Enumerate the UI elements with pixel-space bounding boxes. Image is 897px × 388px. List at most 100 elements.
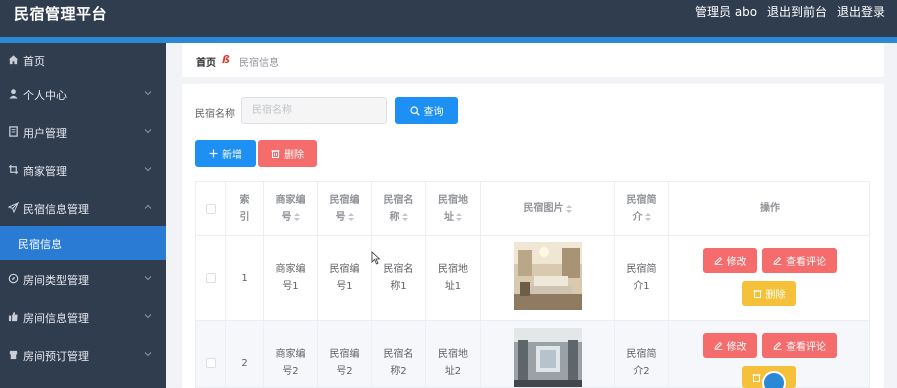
sort-icon <box>293 212 300 221</box>
table-header-address[interactable]: 民宿地址 <box>426 182 481 236</box>
sort-icon <box>644 212 651 221</box>
table-header-label: 操作 <box>760 203 780 214</box>
table-header-label: 民宿编号 <box>329 194 360 223</box>
home-icon <box>8 55 19 65</box>
chevron-down-icon <box>144 352 152 357</box>
table-cell-address: 民宿地址1 <box>426 236 481 321</box>
sidebar-item-label: 民宿信息 <box>18 238 62 251</box>
add-button-label: 新增 <box>222 150 242 161</box>
edit-button-label: 修改 <box>726 257 747 268</box>
logout-link[interactable]: 退出登录 <box>837 3 885 20</box>
trash-icon <box>271 150 280 158</box>
sort-icon <box>347 212 354 221</box>
sidebar-item-label: 房间信息管理 <box>23 312 89 325</box>
sidebar-item-merchants[interactable]: 商家管理 <box>0 153 166 187</box>
list-icon <box>9 126 18 137</box>
plus-icon <box>209 149 218 158</box>
app-title: 民宿管理平台 <box>14 5 108 23</box>
sidebar-item-label: 商家管理 <box>23 165 67 178</box>
row-delete-button[interactable]: 删除 <box>742 281 796 306</box>
view-reviews-button-label: 查看评论 <box>786 342 826 353</box>
chevron-up-icon <box>144 204 152 209</box>
trash-icon <box>752 373 761 382</box>
table-header-merchant-no[interactable]: 商家编号 <box>264 182 318 236</box>
table-header-label: 民宿名称 <box>383 194 414 223</box>
chevron-down-icon <box>144 91 152 96</box>
chevron-down-icon <box>144 167 152 172</box>
sidebar-item-home[interactable]: 首页 <box>0 43 166 77</box>
search-input[interactable]: 民宿名称 <box>241 97 387 124</box>
edit-icon <box>773 256 782 265</box>
sidebar-item-profile[interactable]: 个人中心 <box>0 77 166 111</box>
exit-front-link[interactable]: 退出到前台 <box>767 3 827 20</box>
table-row <box>196 236 226 321</box>
sort-icon <box>456 212 462 221</box>
sidebar-item-label: 房间预订管理 <box>23 350 89 363</box>
sidebar-item-label: 首页 <box>23 55 45 68</box>
breadcrumb-current: 民宿信息 <box>239 58 279 69</box>
sidebar-item-label: 用户管理 <box>23 127 67 140</box>
view-reviews-button[interactable]: 查看评论 <box>762 333 837 358</box>
sidebar: 首页 个人中心 用户管理 商家管理 民宿信息管理 民宿信息 房间类型管理 房间信… <box>0 43 166 388</box>
top-bar: 民宿管理平台 管理员 abo 退出到前台 退出登录 <box>0 0 897 37</box>
breadcrumb-home[interactable]: 首页 <box>196 54 216 69</box>
sidebar-item-homestay-info[interactable]: 民宿信息 <box>0 226 166 260</box>
chevron-down-icon <box>144 276 152 281</box>
table-cell-name: 民宿名称2 <box>372 321 426 387</box>
sidebar-item-label: 个人中心 <box>23 89 67 102</box>
sort-icon <box>401 212 408 221</box>
table-cell-homestay-no: 民宿编号2 <box>318 321 372 387</box>
table-header-index: 索引 <box>226 182 264 236</box>
sidebar-item-room-types[interactable]: 房间类型管理 <box>0 262 166 296</box>
table-cell-address: 民宿地址2 <box>426 321 481 387</box>
table-cell-index: 1 <box>226 236 264 321</box>
table-cell-merchant-no: 商家编号1 <box>264 236 318 321</box>
table-cell-intro: 民宿简介2 <box>615 321 669 387</box>
view-reviews-button-label: 查看评论 <box>786 257 826 268</box>
sidebar-item-homestay-management[interactable]: 民宿信息管理 <box>0 191 166 225</box>
sidebar-item-label: 民宿信息管理 <box>23 203 89 216</box>
table-row <box>196 321 226 387</box>
table-header-label: 商家编号 <box>275 194 306 223</box>
breadcrumb: 首页 ß 民宿信息 <box>182 43 884 77</box>
sidebar-item-room-booking[interactable]: 房间预订管理 <box>0 338 166 372</box>
chevron-down-icon <box>144 314 152 319</box>
floating-chat-button[interactable] <box>762 371 786 388</box>
search-label: 民宿名称 <box>195 109 235 120</box>
table-header-intro[interactable]: 民宿简介 <box>615 182 669 236</box>
table-cell-index: 2 <box>226 321 264 387</box>
table-header-name[interactable]: 民宿名称 <box>372 182 426 236</box>
chevron-down-icon <box>144 129 152 134</box>
sidebar-item-room-info[interactable]: 房间信息管理 <box>0 300 166 334</box>
table-cell-intro: 民宿简介1 <box>615 236 669 321</box>
table-header-label: 民宿简介 <box>626 194 657 223</box>
row-delete-button-label: 删除 <box>765 290 786 301</box>
compass-icon <box>8 273 19 284</box>
sidebar-item-users[interactable]: 用户管理 <box>0 115 166 149</box>
view-reviews-button[interactable]: 查看评论 <box>762 248 837 273</box>
phone-icon <box>9 350 18 360</box>
table-cell-homestay-no: 民宿编号1 <box>318 236 372 321</box>
edit-button[interactable]: 修改 <box>703 248 757 273</box>
table-header-actions: 操作 <box>669 182 869 236</box>
select-all-checkbox[interactable] <box>205 203 216 214</box>
breadcrumb-separator: ß <box>222 53 230 66</box>
table-cell-name: 民宿名称1 <box>372 236 426 321</box>
table-header-image[interactable]: 民宿图片 <box>481 182 615 236</box>
row-checkbox[interactable] <box>205 273 216 283</box>
table-cell-image <box>481 236 615 321</box>
room-image[interactable] <box>514 242 582 310</box>
trash-icon <box>753 290 761 298</box>
add-button[interactable]: 新增 <box>195 140 256 167</box>
edit-button[interactable]: 修改 <box>703 333 757 358</box>
table-header-label: 民宿图片 <box>523 203 564 214</box>
edit-icon <box>713 256 722 265</box>
edit-icon <box>713 341 722 350</box>
table-header-homestay-no[interactable]: 民宿编号 <box>318 182 372 236</box>
search-button[interactable]: 查询 <box>395 97 458 124</box>
delete-button[interactable]: 删除 <box>258 140 317 167</box>
row-checkbox[interactable] <box>205 358 216 368</box>
room-image[interactable] <box>514 328 582 388</box>
edit-button-label: 修改 <box>726 342 747 353</box>
table-cell-merchant-no: 商家编号2 <box>264 321 318 387</box>
